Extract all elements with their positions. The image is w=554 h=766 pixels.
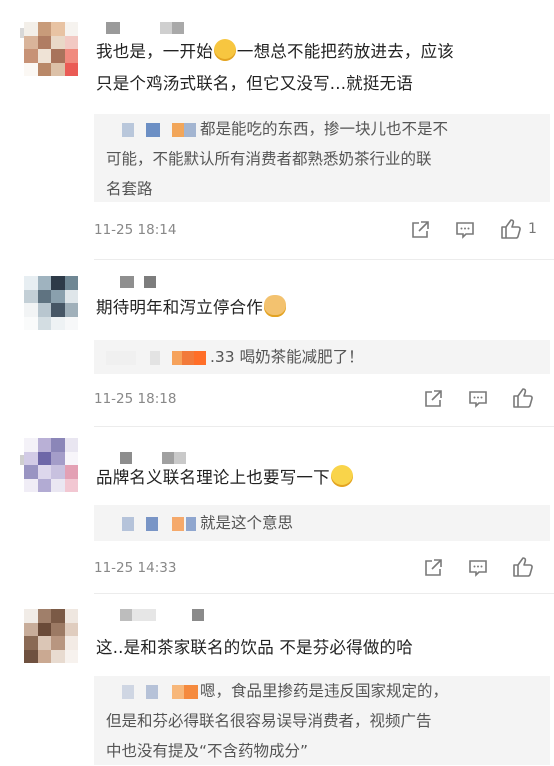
comment-text: 品牌名义联名理论上也要写一下 bbox=[96, 462, 354, 494]
reply-username[interactable] bbox=[106, 516, 198, 531]
comment-text: 期待明年和泻立停合作 bbox=[96, 292, 287, 324]
timestamp: 11-25 14:33 bbox=[94, 560, 177, 576]
smile-emoji bbox=[330, 465, 353, 487]
thumbs-up-icon[interactable] bbox=[500, 218, 522, 240]
comment-icon[interactable] bbox=[454, 219, 476, 241]
reply-box[interactable]: 都是能吃的东西，掺一块儿也不是不 可能，不能默认所有消费者都熟悉奶茶行业的联 名… bbox=[94, 114, 550, 202]
reply-username[interactable] bbox=[106, 350, 206, 365]
thumbs-up-icon[interactable] bbox=[512, 556, 534, 578]
avatar[interactable] bbox=[24, 276, 78, 330]
reply-box[interactable]: 就是这个意思 bbox=[94, 505, 550, 541]
edge-marker bbox=[20, 28, 24, 38]
share-icon[interactable] bbox=[409, 219, 431, 241]
avatar[interactable] bbox=[24, 438, 78, 492]
doge-emoji bbox=[264, 295, 286, 317]
comment-text: 只是个鸡汤式联名，但它又没写...就挺无语 bbox=[96, 74, 413, 93]
avatar[interactable] bbox=[24, 22, 78, 76]
timestamp: 11-25 18:18 bbox=[94, 391, 177, 407]
timestamp: 11-25 18:14 bbox=[94, 222, 177, 238]
edge-marker bbox=[20, 455, 24, 465]
share-icon[interactable] bbox=[422, 557, 444, 579]
reply-username[interactable] bbox=[106, 684, 198, 699]
username[interactable] bbox=[96, 609, 204, 623]
reply-box[interactable]: .33 喝奶茶能减肥了！ bbox=[94, 340, 550, 374]
share-icon[interactable] bbox=[422, 388, 444, 410]
divider bbox=[94, 259, 554, 260]
reply-box[interactable]: 嗯，食品里掺药是违反国家规定的， 但是和芬必得联名很容易误导消费者，视频广告 中… bbox=[94, 676, 550, 765]
like-count: 1 bbox=[528, 221, 537, 237]
avatar[interactable] bbox=[24, 609, 78, 663]
divider bbox=[94, 426, 554, 427]
comment-text: 这..是和茶家联名的饮品 不是芬必得做的哈 bbox=[96, 638, 413, 657]
comment-text: 我也是，一开始 一想总不能把药放进去，应该 bbox=[96, 36, 454, 68]
divider bbox=[94, 593, 554, 594]
reply-username[interactable] bbox=[106, 122, 198, 137]
thumbs-up-icon[interactable] bbox=[512, 387, 534, 409]
sweat-smile-emoji bbox=[213, 39, 236, 61]
comment-icon[interactable] bbox=[467, 388, 489, 410]
username[interactable] bbox=[96, 276, 156, 290]
username[interactable] bbox=[96, 22, 184, 36]
comment-icon[interactable] bbox=[467, 557, 489, 579]
